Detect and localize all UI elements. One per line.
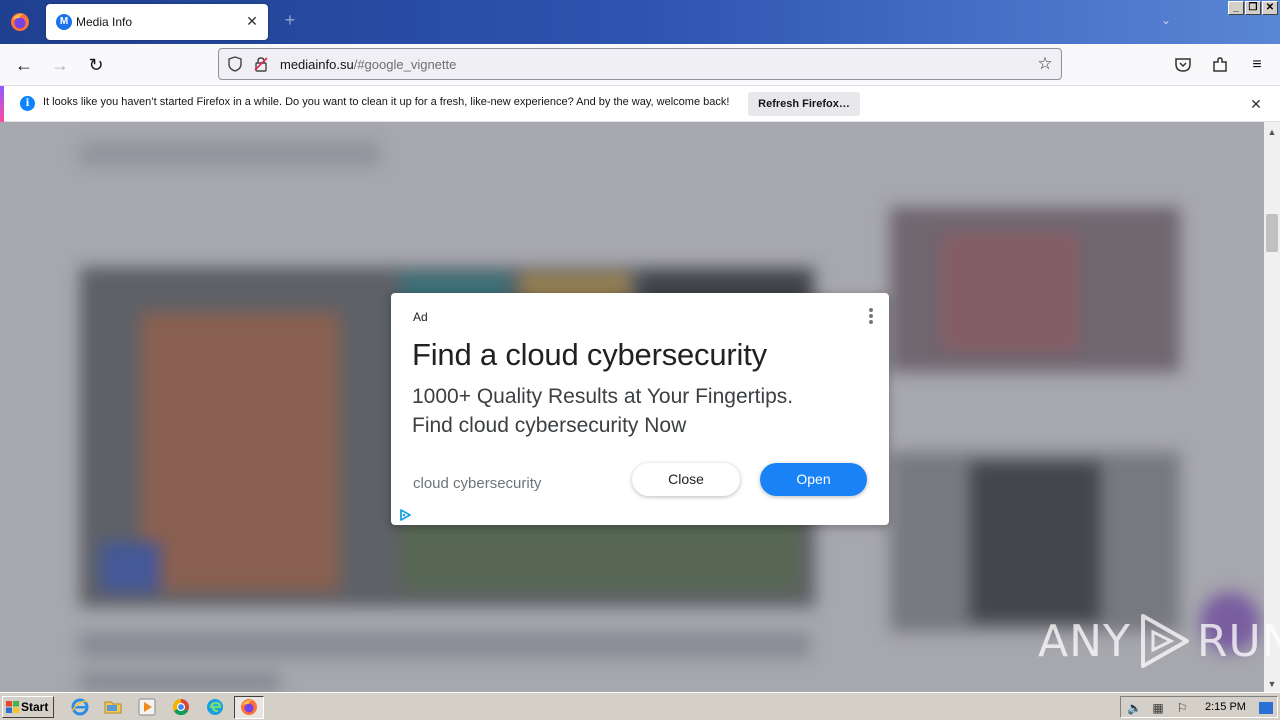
window-close-button[interactable]: ✕ (1262, 1, 1278, 15)
ad-body: 1000+ Quality Results at Your Fingertips… (412, 382, 852, 440)
window-controls: _ ❐ ✕ (1228, 1, 1278, 15)
new-tab-button[interactable]: + (280, 10, 300, 30)
media-player-icon[interactable] (137, 697, 157, 717)
watermark-play-icon (1140, 614, 1189, 668)
scroll-down-arrow-icon[interactable]: ▼ (1264, 676, 1280, 692)
ad-display-url[interactable]: cloud cybersecurity (413, 475, 541, 492)
bookmark-star-icon[interactable]: ☆ (1035, 54, 1055, 74)
list-all-tabs-chevron-icon[interactable]: ⌄ (1158, 13, 1174, 29)
tab-title: Media Info (76, 15, 133, 29)
anyrun-watermark: ANY RUN (1038, 610, 1280, 672)
watermark-left-text: ANY (1038, 615, 1131, 667)
taskbar: Start � (0, 692, 1280, 720)
url-domain: mediainfo.su (280, 57, 354, 72)
vignette-ad[interactable]: Ad Find a cloud cybersecurity 1000+ Qual… (391, 293, 889, 525)
folder-icon[interactable] (103, 697, 123, 717)
firefox-icon[interactable] (239, 697, 259, 717)
insecure-lock-icon[interactable] (253, 56, 269, 72)
start-label: Start (21, 700, 49, 714)
extensions-icon[interactable] (1209, 54, 1231, 76)
ad-body-line-1: 1000+ Quality Results at Your Fingertips… (412, 385, 794, 408)
chrome-icon[interactable] (171, 697, 191, 717)
restore-button[interactable]: ❐ (1245, 1, 1261, 15)
tab-media-info[interactable]: M Media Info ✕ (46, 4, 268, 40)
notification-message: It looks like you haven’t started Firefo… (43, 96, 730, 108)
windows-flag-icon (6, 701, 19, 713)
pocket-icon[interactable] (1172, 54, 1194, 76)
back-button[interactable]: ← (12, 54, 36, 76)
ad-body-line-2: Find cloud cybersecurity Now (412, 414, 687, 437)
url-text: mediainfo.su/#google_vignette (280, 57, 456, 72)
url-path: /#google_vignette (353, 57, 457, 72)
page-scrollbar[interactable]: ▲ ▼ (1264, 122, 1280, 692)
screen: M Media Info ✕ + ⌄ _ ❐ ✕ ← → ↻ mediainfo… (0, 0, 1280, 720)
scroll-up-arrow-icon[interactable]: ▲ (1264, 124, 1280, 140)
site-favicon-icon: M (56, 14, 72, 30)
ad-options-kebab-icon[interactable] (867, 308, 875, 326)
edge-icon[interactable] (205, 697, 225, 717)
volume-icon[interactable]: 🔈 (1127, 701, 1142, 715)
minimize-button[interactable]: _ (1228, 1, 1244, 15)
firefox-icon[interactable] (8, 10, 32, 34)
clock[interactable]: 2:15 PM (1205, 701, 1246, 713)
tab-strip: M Media Info ✕ + ⌄ _ ❐ ✕ (0, 0, 1280, 44)
watermark-right-text: RUN (1196, 615, 1280, 667)
app-menu-icon[interactable]: ≡ (1245, 54, 1269, 76)
network-icon[interactable]: ▦ (1151, 701, 1165, 715)
ad-headline[interactable]: Find a cloud cybersecurity (412, 337, 767, 373)
ie-icon[interactable] (70, 697, 90, 717)
refresh-firefox-button[interactable]: Refresh Firefox… (748, 92, 860, 116)
scrollbar-thumb[interactable] (1266, 214, 1278, 252)
forward-button[interactable]: → (48, 54, 72, 76)
reload-button[interactable]: ↻ (84, 54, 108, 76)
notification-close-icon[interactable]: ✕ (1248, 96, 1264, 112)
ad-close-button[interactable]: Close (632, 463, 740, 496)
url-bar[interactable]: mediainfo.su/#google_vignette ☆ (218, 48, 1062, 80)
ad-label: Ad (413, 310, 428, 324)
action-center-flag-icon[interactable]: ⚐ (1175, 701, 1189, 715)
tracking-shield-icon[interactable] (227, 56, 243, 72)
show-desktop-icon[interactable] (1259, 702, 1273, 714)
notification-bar: i It looks like you haven’t started Fire… (0, 86, 1280, 122)
navigation-bar: ← → ↻ mediainfo.su/#google_vignette ☆ ≡ (0, 44, 1280, 86)
adchoices-icon[interactable] (398, 508, 412, 522)
start-button[interactable]: Start (2, 696, 54, 718)
system-tray: 🔈 ▦ ⚐ 2:15 PM (1120, 696, 1278, 718)
ad-open-button[interactable]: Open (760, 463, 867, 496)
tab-close-icon[interactable]: ✕ (244, 13, 260, 29)
info-icon: i (20, 96, 35, 111)
